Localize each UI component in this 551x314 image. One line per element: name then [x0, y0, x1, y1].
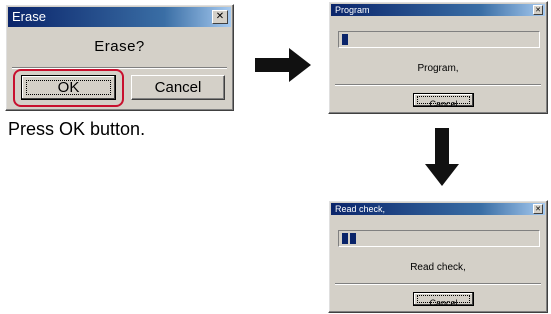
readcheck-title: Read check, [335, 204, 386, 214]
cancel-label: Cancel [429, 99, 458, 109]
cancel-button[interactable]: Cancel [413, 292, 474, 308]
program-dialog: Program ✕ Program, Cancel [328, 1, 548, 114]
erase-titlebar: Erase ✕ [8, 7, 231, 27]
erase-dialog: Erase ✕ Erase? OK Cancel [5, 4, 234, 111]
erase-title: Erase [12, 9, 46, 24]
close-icon[interactable]: ✕ [533, 5, 543, 15]
progress-block [342, 34, 348, 45]
readcheck-message: Read check, [410, 262, 466, 273]
cancel-button[interactable]: Cancel [131, 75, 225, 100]
progress-block [342, 233, 348, 244]
readcheck-separator [335, 283, 541, 285]
ok-label: OK [57, 79, 80, 96]
program-separator [335, 84, 541, 86]
cancel-button[interactable]: Cancel [413, 93, 474, 109]
ok-button[interactable]: OK [21, 75, 116, 100]
program-title: Program [335, 5, 370, 15]
arrow-right-icon [255, 48, 311, 82]
arrow-down-icon [425, 128, 459, 186]
program-titlebar: Program ✕ [331, 4, 545, 16]
caption: Press OK button. [8, 119, 146, 139]
progress-block [350, 233, 356, 244]
program-progress-bar [338, 31, 540, 48]
readcheck-titlebar: Read check, ✕ [331, 203, 545, 215]
close-icon[interactable]: ✕ [533, 204, 543, 214]
cancel-label: Cancel [429, 298, 458, 308]
close-icon[interactable]: ✕ [212, 10, 228, 24]
readcheck-dialog: Read check, ✕ Read check, Cancel [328, 200, 548, 313]
erase-message: Erase? [94, 38, 145, 55]
readcheck-progress-bar [338, 230, 540, 247]
program-message: Program, [417, 63, 459, 74]
